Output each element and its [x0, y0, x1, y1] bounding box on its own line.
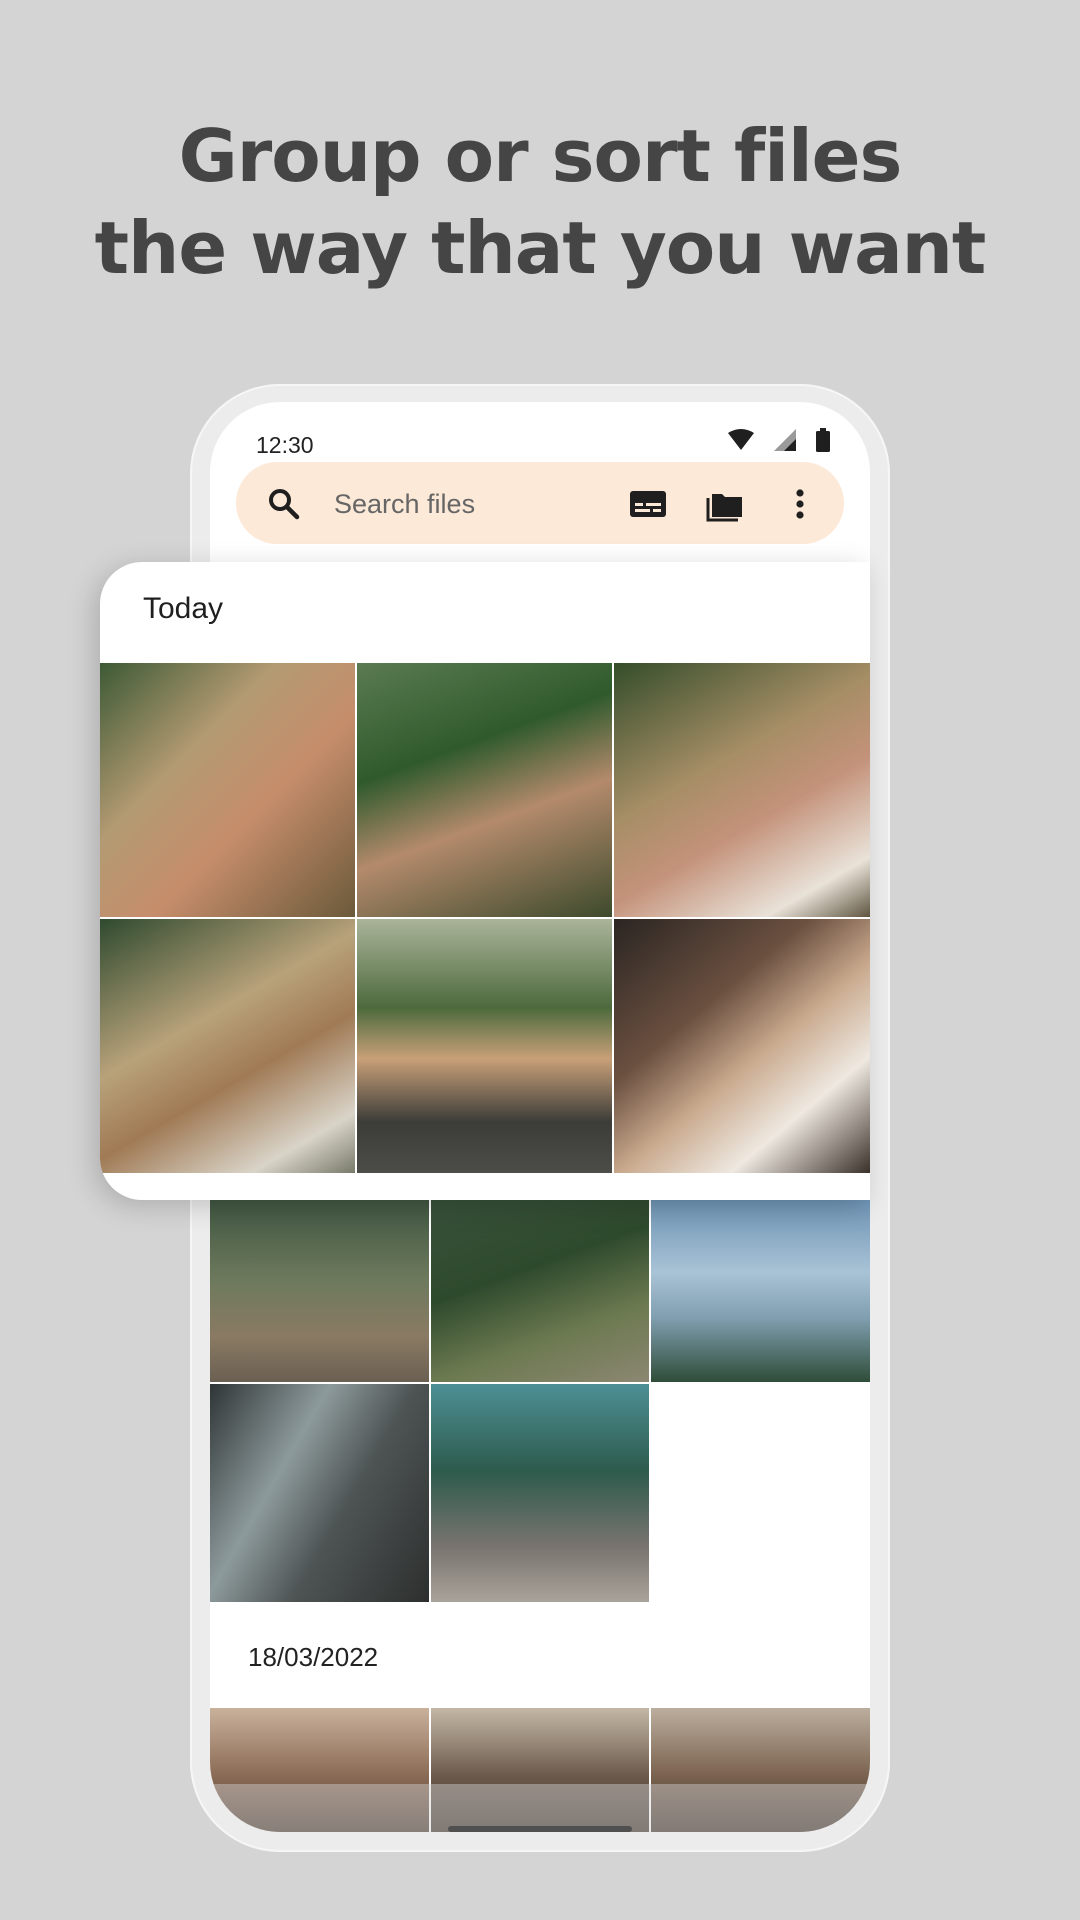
nav-bar-scrim	[210, 1784, 870, 1832]
search-icon[interactable]	[266, 486, 302, 522]
search-bar[interactable]	[236, 462, 844, 544]
wifi-icon	[728, 429, 754, 456]
photo-father-child-2[interactable]	[357, 663, 612, 917]
section-date-header: 18/03/2022	[248, 1642, 379, 1672]
photo-waterfall[interactable]	[210, 1384, 429, 1602]
headline-line-1: Group or sort files	[178, 114, 903, 198]
photo-family-dog[interactable]	[614, 919, 870, 1173]
photo-mountain-view[interactable]	[651, 1200, 870, 1382]
subtitles-icon[interactable]	[628, 484, 668, 524]
status-bar: 12:30	[210, 402, 870, 462]
cellular-signal-icon	[774, 429, 796, 456]
photo-family-1[interactable]	[614, 663, 870, 917]
photo-hikers-group[interactable]	[210, 1200, 429, 1382]
headline-line-2: the way that you want	[94, 206, 987, 290]
photo-father-child-1[interactable]	[100, 663, 355, 917]
photo-father-child-3[interactable]	[100, 919, 355, 1173]
photo-family-walk[interactable]	[357, 919, 612, 1173]
more-vert-icon[interactable]	[780, 484, 820, 524]
gesture-nav-handle[interactable]	[448, 1826, 632, 1832]
today-group-card: Today	[100, 562, 870, 1200]
folder-icon[interactable]	[706, 484, 746, 524]
headline: Group or sort files the way that you wan…	[0, 110, 1080, 294]
battery-icon	[816, 428, 830, 457]
section-today-header: Today	[143, 592, 224, 625]
photo-forest-trail[interactable]	[431, 1200, 649, 1382]
status-time: 12:30	[256, 432, 314, 458]
search-input[interactable]	[332, 484, 596, 524]
photo-cliff-dog[interactable]	[431, 1384, 649, 1602]
